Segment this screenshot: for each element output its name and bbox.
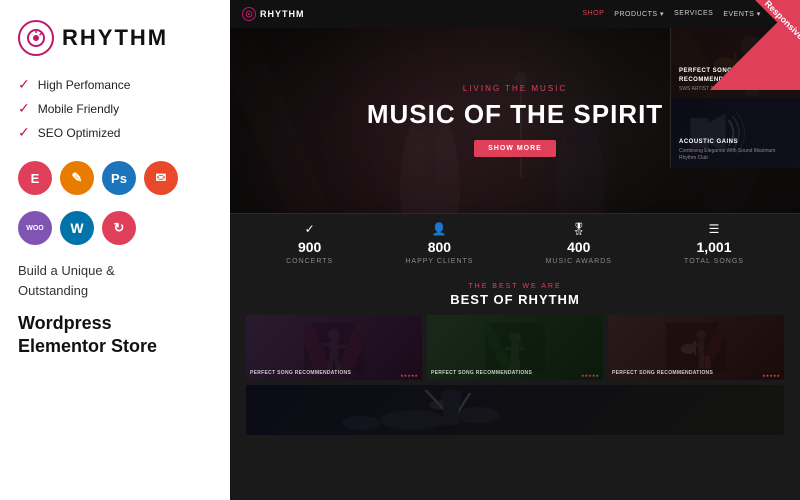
check-icon: ✓ bbox=[18, 124, 30, 141]
nav-link-services[interactable]: SERVICES bbox=[674, 10, 713, 18]
nav-link-products[interactable]: PRODUCTS ▾ bbox=[614, 10, 664, 18]
right-panel: RHYTHM SHOP PRODUCTS ▾ SERVICES EVENTS ▾… bbox=[230, 0, 800, 500]
tech-icons-row1: E ✎ Ps ✉ bbox=[18, 161, 212, 195]
thumb-stars-1: ★★★★★ bbox=[400, 373, 418, 378]
photoshop-icon: Ps bbox=[102, 161, 136, 195]
stat-songs: ☰ 1,001 Total Songs bbox=[684, 222, 744, 265]
wordpress-elementor-text: WordpressElementor Store bbox=[18, 312, 212, 359]
side-card-sub-2: Combining Elegance With Sound Maximum Rh… bbox=[679, 148, 792, 162]
features-list: ✓ High Perfomance ✓ Mobile Friendly ✓ SE… bbox=[18, 76, 212, 141]
tech-icons-row2: WOO W ↻ bbox=[18, 211, 212, 245]
feature-seo: ✓ SEO Optimized bbox=[18, 124, 212, 141]
stat-concerts: ✓ 900 Concerts bbox=[286, 222, 333, 265]
responsive-badge: Responsive bbox=[710, 0, 800, 90]
nav-logo-icon bbox=[242, 7, 256, 21]
hero-cta-button[interactable]: SHOW MORE bbox=[474, 140, 556, 157]
logo-text: RHYTHM bbox=[62, 25, 168, 51]
feature-high-performance: ✓ High Perfomance bbox=[18, 76, 212, 93]
hero-subtitle: LIVING THE MUSIC bbox=[463, 84, 567, 93]
wordpress-icon: W bbox=[60, 211, 94, 245]
best-title: BEST OF RHYTHM bbox=[246, 292, 784, 307]
songs-number: 1,001 bbox=[696, 239, 731, 255]
hero-title: MUSIC OF THE SPIRIT bbox=[367, 99, 663, 130]
clients-label: Happy Clients bbox=[405, 258, 473, 265]
best-section: THE BEST WE ARE BEST OF RHYTHM bbox=[230, 273, 800, 500]
clients-number: 800 bbox=[428, 239, 451, 255]
thumbnails-grid: PERFECT SONG RECOMMENDATIONS ★★★★★ bbox=[246, 315, 784, 380]
concerts-icon: ✓ bbox=[305, 222, 315, 236]
best-tag: THE BEST WE ARE bbox=[246, 283, 784, 290]
concerts-number: 900 bbox=[298, 239, 321, 255]
nav-link-shop[interactable]: SHOP bbox=[582, 10, 604, 18]
thumb-label-2: PERFECT SONG RECOMMENDATIONS bbox=[431, 370, 532, 377]
feature-label: Mobile Friendly bbox=[38, 102, 119, 116]
logo-area: RHYTHM bbox=[18, 20, 212, 56]
stat-awards: 🎖 400 Music Awards bbox=[546, 222, 612, 265]
thumb-stars-2: ★★★★★ bbox=[581, 373, 599, 378]
feature-label: High Perfomance bbox=[38, 78, 131, 92]
logo-icon bbox=[18, 20, 54, 56]
check-icon: ✓ bbox=[18, 100, 30, 117]
feature-label: SEO Optimized bbox=[38, 126, 121, 140]
best-header: THE BEST WE ARE BEST OF RHYTHM bbox=[246, 283, 784, 307]
nav-logo-text: RHYTHM bbox=[260, 9, 305, 19]
clients-icon: 👤 bbox=[432, 222, 447, 236]
side-card-label-2: ACOUSTIC GAINS bbox=[679, 138, 792, 146]
woocommerce-icon: WOO bbox=[18, 211, 52, 245]
thumb-item-1[interactable]: PERFECT SONG RECOMMENDATIONS ★★★★★ bbox=[246, 315, 422, 380]
drum-section bbox=[246, 385, 784, 435]
edit-icon: ✎ bbox=[60, 161, 94, 195]
awards-number: 400 bbox=[567, 239, 590, 255]
check-icon: ✓ bbox=[18, 76, 30, 93]
thumb-label-1: PERFECT SONG RECOMMENDATIONS bbox=[250, 370, 351, 377]
thumb-stars-3: ★★★★★ bbox=[762, 373, 780, 378]
thumb-item-3[interactable]: PERFECT SONG RECOMMENDATIONS ★★★★★ bbox=[608, 315, 784, 380]
feature-mobile: ✓ Mobile Friendly bbox=[18, 100, 212, 117]
thumb-item-2[interactable]: PERFECT SONG RECOMMENDATIONS ★★★★★ bbox=[427, 315, 603, 380]
nav-logo: RHYTHM bbox=[242, 7, 305, 21]
stats-bar: ✓ 900 Concerts 👤 800 Happy Clients 🎖 400… bbox=[230, 213, 800, 273]
side-card-acoustic: ACOUSTIC GAINS Combining Elegance With S… bbox=[670, 98, 800, 168]
songs-icon: ☰ bbox=[709, 222, 720, 236]
build-text: Build a Unique &Outstanding bbox=[18, 261, 212, 300]
elementor-icon: E bbox=[18, 161, 52, 195]
awards-icon: 🎖 bbox=[571, 222, 586, 236]
thumb-label-3: PERFECT SONG RECOMMENDATIONS bbox=[612, 370, 713, 377]
concerts-label: Concerts bbox=[286, 258, 333, 265]
mailchimp-icon: ✉ bbox=[144, 161, 178, 195]
awards-label: Music Awards bbox=[546, 258, 612, 265]
songs-label: Total Songs bbox=[684, 258, 744, 265]
stat-clients: 👤 800 Happy Clients bbox=[405, 222, 473, 265]
left-panel: RHYTHM ✓ High Perfomance ✓ Mobile Friend… bbox=[0, 0, 230, 500]
refresh-icon: ↻ bbox=[102, 211, 136, 245]
